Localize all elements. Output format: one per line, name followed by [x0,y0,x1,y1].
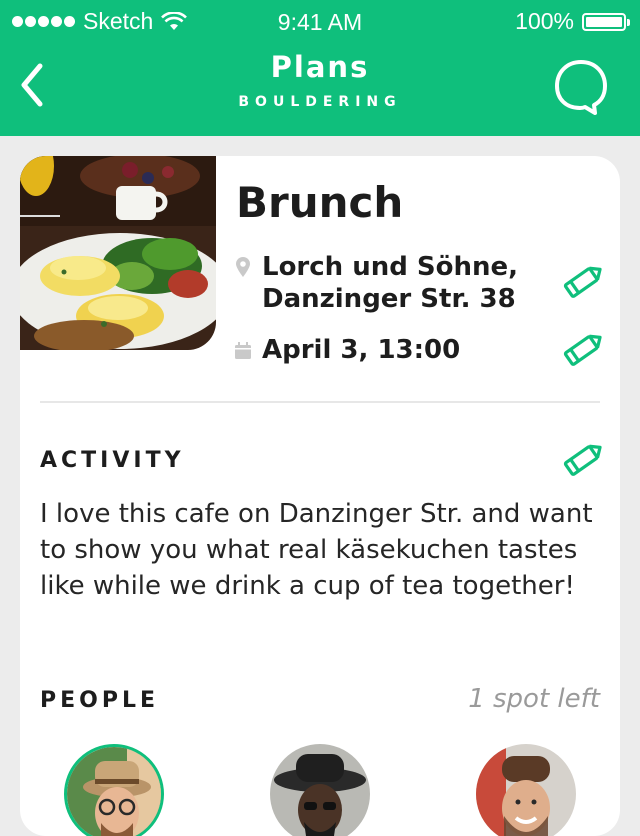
activity-description: I love this cafe on Danzinger Str. and w… [40,499,593,601]
plan-location: Lorch und Söhne, Danzinger Str. 38 [262,252,519,314]
calendar-icon [235,342,251,359]
plan-card: Brunch Lorch und Söhne, Danzinger Str. 3… [20,156,620,836]
edit-location-button[interactable] [560,262,604,302]
avatar[interactable] [64,744,164,836]
avatar[interactable] [476,744,576,836]
pencil-icon [563,266,602,298]
location-pin-icon [236,257,250,277]
battery-status: 100% [515,8,630,35]
plan-title: Brunch [236,178,404,227]
pencil-icon [563,334,602,366]
plan-date: April 3, 13:00 [262,335,461,365]
page-title: Plans [270,50,370,84]
page-subtitle: BOULDERING [238,94,402,110]
edit-date-button[interactable] [560,330,604,370]
status-bar: Sketch 9:41 AM 100% [0,0,640,44]
avatar[interactable] [270,744,370,836]
battery-icon [582,12,630,31]
chat-button[interactable] [550,56,612,116]
pencil-icon [563,444,602,476]
edit-activity-button[interactable] [560,440,604,480]
spots-remaining: 1 spot left [468,684,600,714]
people-heading: PEOPLE [40,688,160,713]
section-divider [40,401,600,403]
activity-heading: ACTIVITY [40,448,185,473]
brunch-photo [20,156,216,350]
nav-header: Sketch 9:41 AM 100% Plans BOULDERING [0,0,640,136]
battery-percentage: 100% [515,8,574,34]
speech-bubble-icon [555,60,607,115]
